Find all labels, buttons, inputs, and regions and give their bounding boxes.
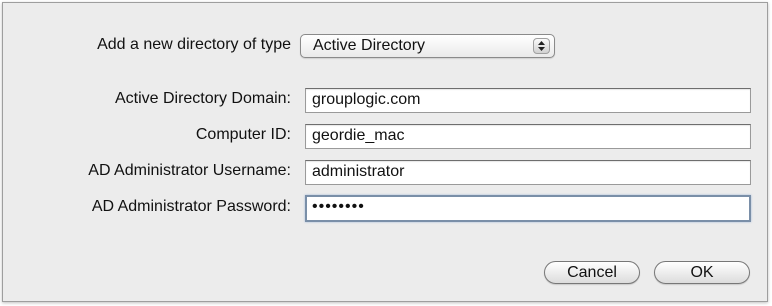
add-directory-dialog: Add a new directory of type Active Direc… (2, 2, 768, 302)
computer-id-field[interactable]: geordie_mac (305, 124, 751, 149)
cancel-button[interactable]: Cancel (544, 261, 640, 284)
directory-type-label: Add a new directory of type (97, 36, 291, 53)
admin-username-field[interactable]: administrator (305, 160, 751, 185)
domain-label: Active Directory Domain: (114, 90, 291, 107)
computer-id-label: Computer ID: (195, 126, 291, 143)
admin-username-label: AD Administrator Username: (88, 162, 291, 179)
domain-field[interactable]: grouplogic.com (305, 88, 751, 113)
directory-type-popup[interactable]: Active Directory (300, 34, 555, 58)
admin-password-label: AD Administrator Password: (91, 198, 291, 215)
directory-type-value: Active Directory (313, 37, 426, 54)
admin-password-field[interactable]: •••••••• (305, 195, 751, 222)
popup-arrows-icon (533, 38, 550, 54)
ok-button[interactable]: OK (654, 261, 750, 284)
